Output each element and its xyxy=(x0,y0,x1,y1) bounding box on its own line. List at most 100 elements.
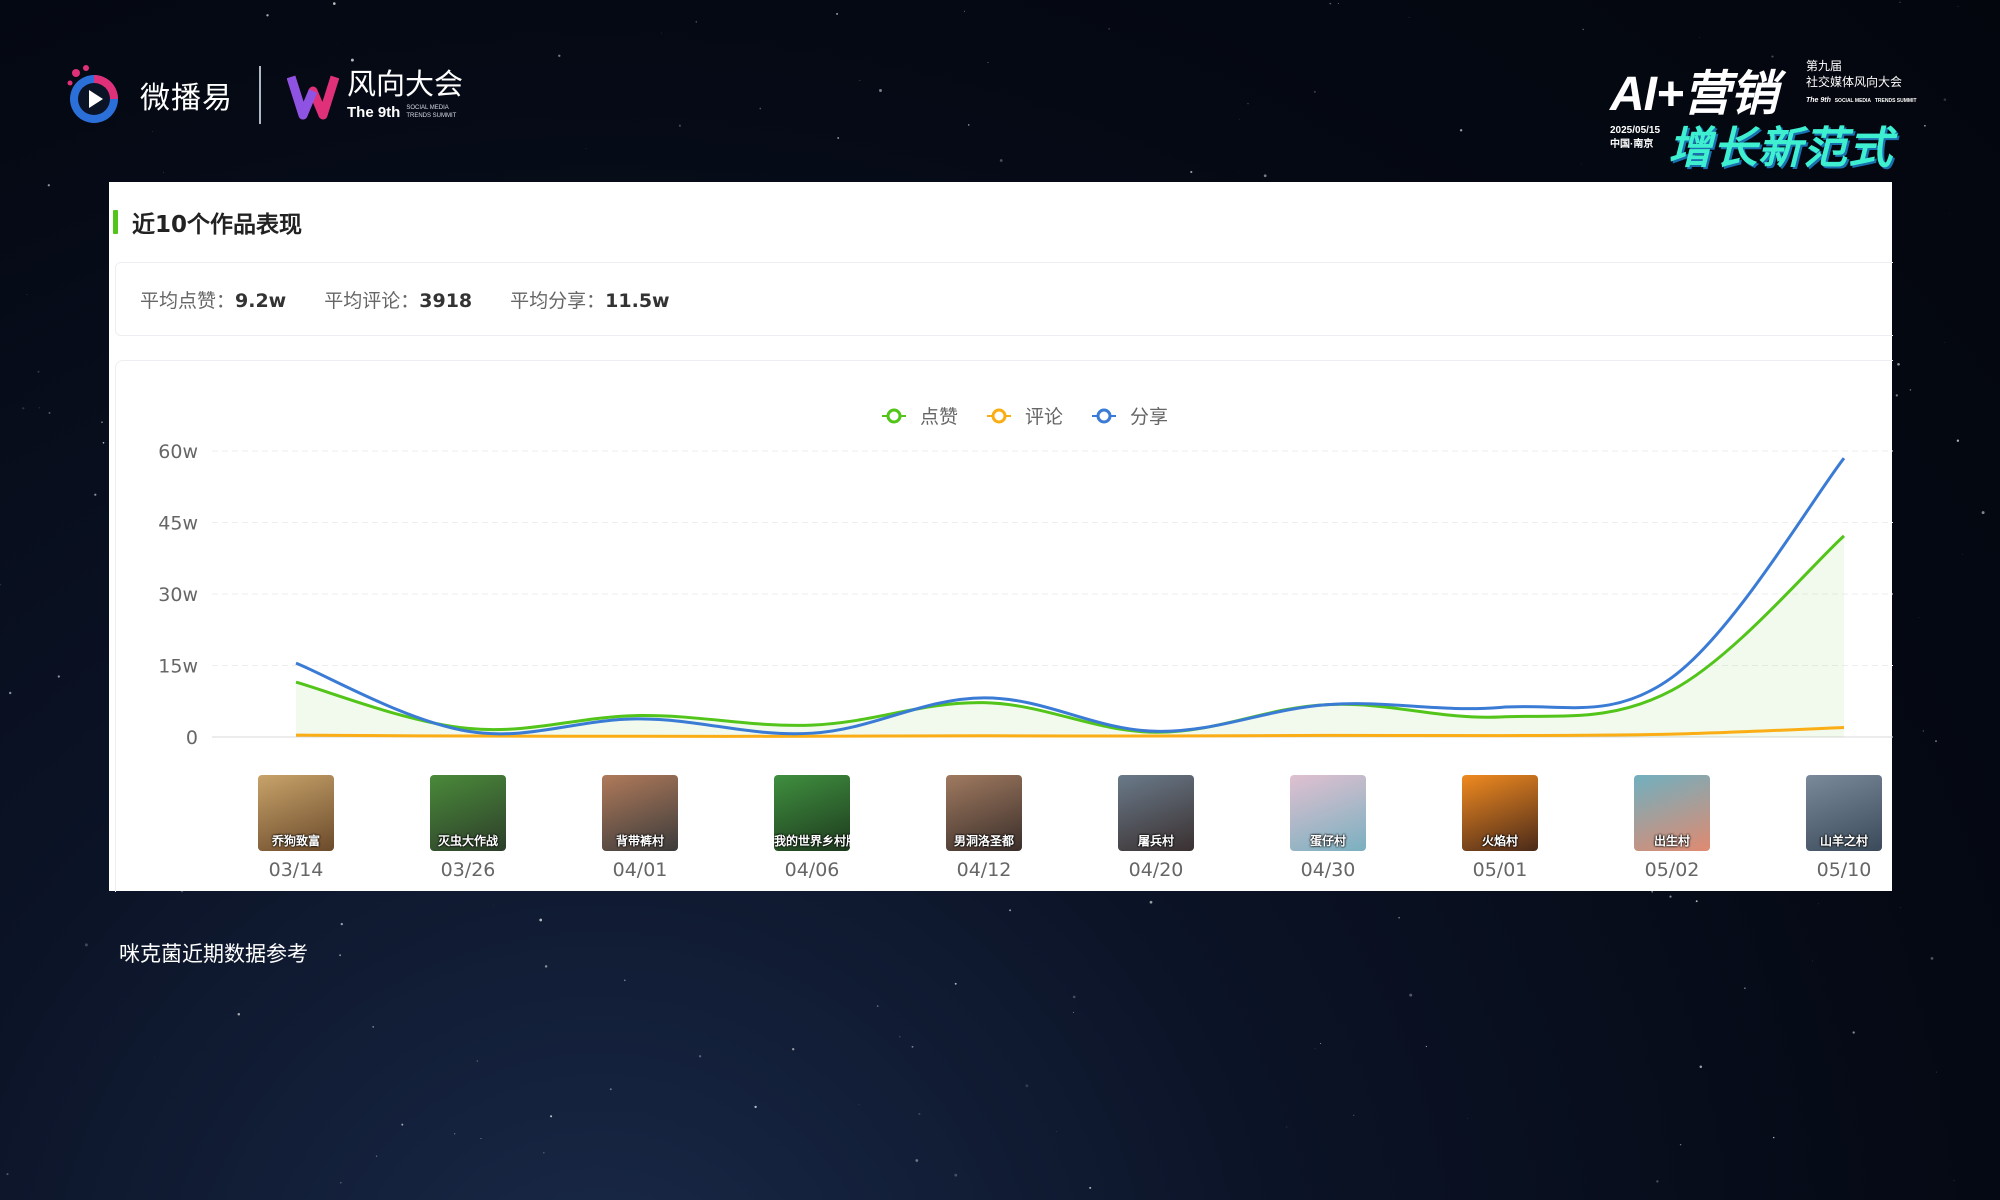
star xyxy=(1897,362,1900,366)
legend-marker xyxy=(991,408,1007,424)
star xyxy=(153,1056,155,1058)
legend-label: 评论 xyxy=(1025,406,1063,428)
star xyxy=(1582,28,1585,31)
star xyxy=(1408,17,1410,18)
star xyxy=(1580,163,1582,165)
star xyxy=(1943,98,1947,101)
brand-logos: 微播易 风向大会 The 9th SOCIAL MEDIA TRENDS SUMM… xyxy=(64,60,463,130)
star xyxy=(1679,1143,1682,1146)
star xyxy=(336,44,338,46)
star xyxy=(38,407,40,409)
stat-avg-comments: 平均评论：3918 xyxy=(324,289,473,312)
star xyxy=(999,159,1003,162)
star xyxy=(480,1137,482,1140)
star xyxy=(1247,102,1249,105)
star xyxy=(1852,1031,1855,1034)
video-thumbnail[interactable]: 屠兵村 xyxy=(1118,775,1194,851)
x-tick-label: 05/10 xyxy=(1816,859,1872,881)
video-thumbnail[interactable]: 出生村 xyxy=(1634,775,1710,851)
footnote: 咪克菌近期数据参考 xyxy=(119,942,308,966)
star xyxy=(1108,28,1110,30)
thumbnail-caption: 蛋仔村 xyxy=(1309,834,1346,848)
series-line-点赞 xyxy=(295,534,1846,734)
star xyxy=(1953,1179,1955,1181)
x-tick-label: 04/30 xyxy=(1300,859,1356,881)
panel-header: 近10个作品表现 xyxy=(113,207,302,238)
star xyxy=(954,982,957,985)
video-thumbnail[interactable]: 蛋仔村 xyxy=(1290,775,1366,851)
star xyxy=(539,918,543,922)
star xyxy=(401,1123,404,1126)
star xyxy=(876,1005,879,1007)
star xyxy=(22,407,25,410)
x-tick-label: 04/12 xyxy=(956,859,1012,881)
star xyxy=(1149,900,1153,904)
event-slogan: 增长新范式 xyxy=(1668,123,1893,174)
star xyxy=(1025,1084,1029,1088)
star xyxy=(1773,1136,1775,1139)
star xyxy=(1353,1114,1355,1116)
video-thumbnail[interactable]: 乔狗致富 xyxy=(258,775,334,851)
star xyxy=(967,124,970,126)
star xyxy=(1818,903,1819,905)
video-thumbnail[interactable]: 灭虫大作战 xyxy=(430,775,506,851)
star xyxy=(1238,118,1240,120)
star xyxy=(543,1151,545,1154)
thumbnail-caption: 背带裤村 xyxy=(615,834,664,848)
star xyxy=(1957,5,1959,7)
thumbnail-caption: 男洞洛圣都 xyxy=(953,834,1014,848)
star xyxy=(454,1133,456,1135)
star xyxy=(609,1088,612,1091)
thumbnail-caption: 火焰村 xyxy=(1481,834,1518,848)
thumbnail-caption: 乔狗致富 xyxy=(271,834,320,848)
event-side-text: 第九届 社交媒体风向大会 The 9th SOCIAL MEDIA TRENDS… xyxy=(1806,59,1917,104)
series-line-分享 xyxy=(295,457,1846,736)
star xyxy=(1922,730,1924,732)
video-thumbnail[interactable]: 山羊之村 xyxy=(1806,775,1882,851)
video-thumbnail[interactable]: 火焰村 xyxy=(1462,775,1538,851)
star xyxy=(26,294,28,295)
star xyxy=(915,1159,919,1162)
x-tick-label: 05/02 xyxy=(1644,859,1700,881)
legend-label: 分享 xyxy=(1130,406,1168,428)
star xyxy=(1899,907,1901,908)
logo-divider xyxy=(259,66,261,124)
star xyxy=(918,1112,921,1115)
star xyxy=(9,691,12,695)
star xyxy=(911,1045,914,1048)
star xyxy=(698,1055,702,1058)
star xyxy=(372,1026,375,1028)
video-thumbnail[interactable]: 背带裤村 xyxy=(602,775,678,851)
star xyxy=(94,493,97,496)
star xyxy=(493,905,495,906)
stat-avg-likes: 平均点赞：9.2w xyxy=(140,289,287,312)
star xyxy=(1744,987,1746,989)
x-tick-label: 04/20 xyxy=(1128,859,1184,881)
star xyxy=(1320,1043,1322,1044)
star xyxy=(47,184,50,187)
star xyxy=(1944,342,1946,344)
star xyxy=(859,80,861,81)
star xyxy=(1895,394,1898,397)
star xyxy=(1314,91,1316,93)
star xyxy=(837,137,840,139)
star xyxy=(102,441,105,444)
star xyxy=(1459,129,1463,132)
x-tick-label: 04/01 xyxy=(612,859,668,881)
star xyxy=(266,14,269,17)
thumbnail-caption: 灭虫大作战 xyxy=(437,834,498,848)
video-thumbnail[interactable]: 男洞洛圣都 xyxy=(946,775,1022,851)
star xyxy=(84,943,88,947)
weiboyi-logo-icon xyxy=(64,63,128,127)
star xyxy=(1409,993,1413,997)
star xyxy=(48,411,51,414)
star xyxy=(237,1012,241,1016)
star xyxy=(6,1173,9,1176)
video-thumbnail[interactable]: 我的世界乡村版 xyxy=(774,775,850,851)
star xyxy=(899,1035,901,1038)
thumbnail-caption: 屠兵村 xyxy=(1137,834,1174,848)
star xyxy=(759,107,762,110)
star xyxy=(1337,3,1339,4)
star xyxy=(1981,511,1985,515)
star xyxy=(695,21,697,23)
